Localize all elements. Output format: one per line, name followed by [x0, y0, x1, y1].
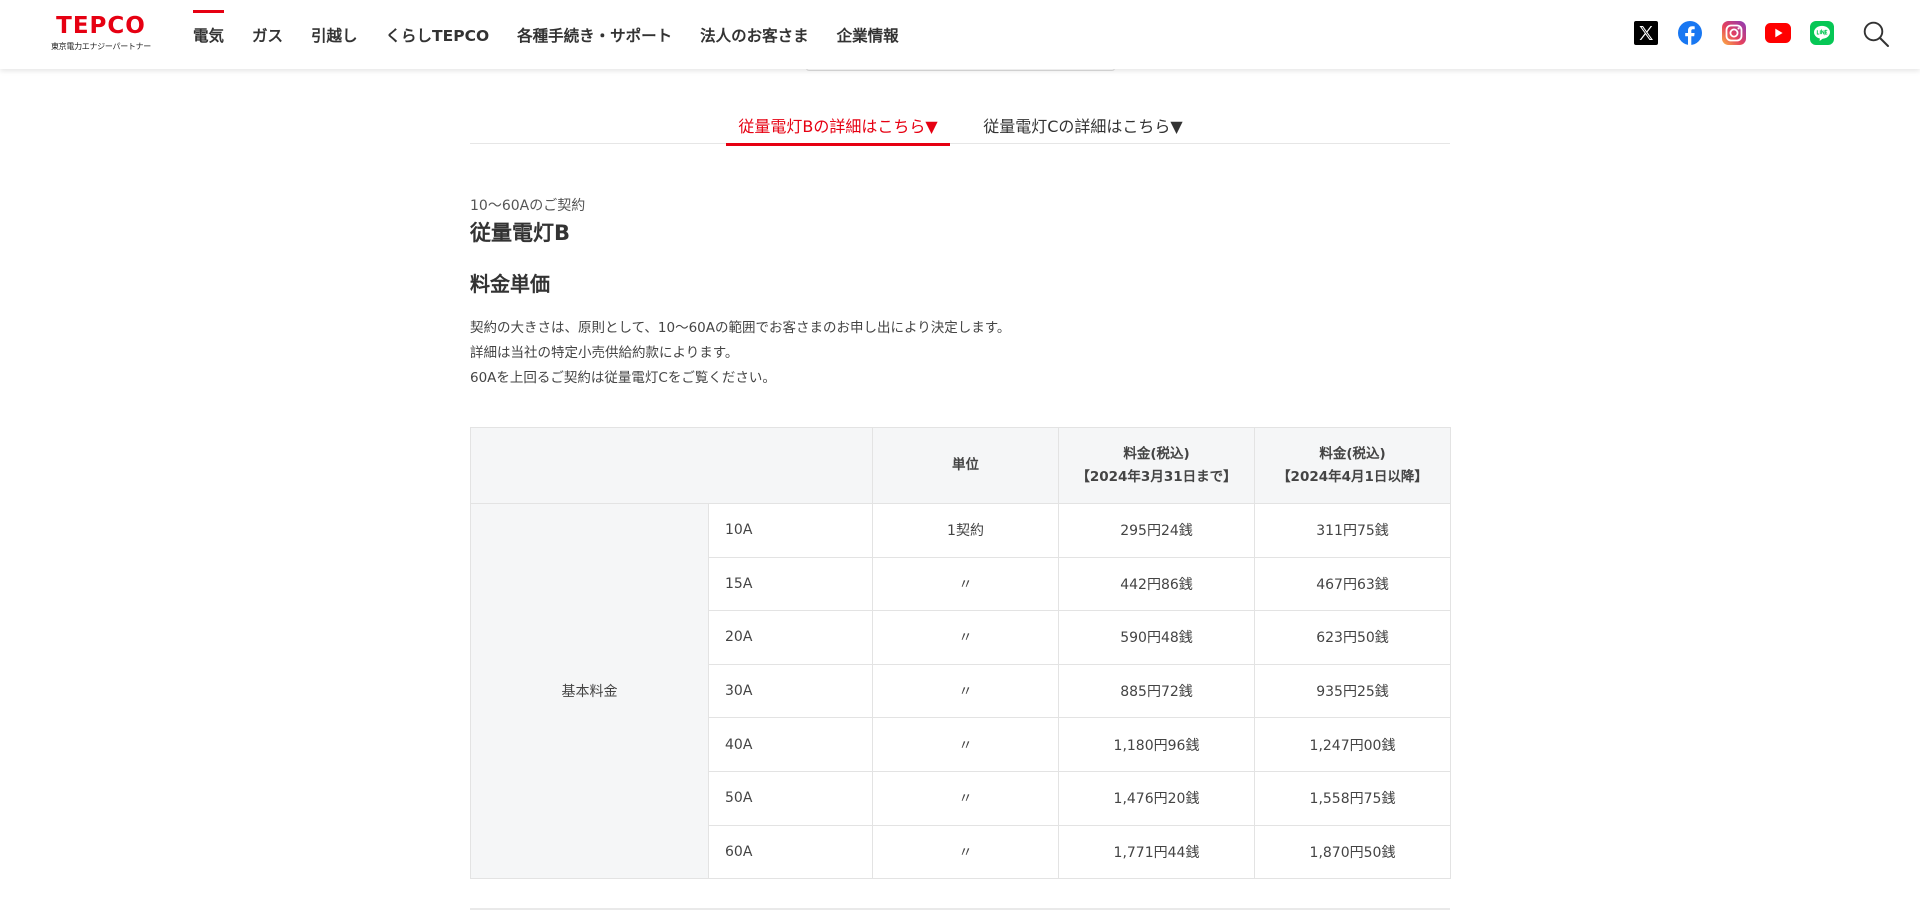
tepco-logo[interactable]: TEPCO 東京電力エナジーパートナー	[50, 13, 152, 53]
unit-cell: 〃	[872, 770, 1059, 826]
price-before-cell: 590円48銭	[1058, 610, 1255, 665]
contract-amperage: 50A	[708, 770, 873, 826]
unit-cell: 〃	[872, 610, 1059, 665]
section-divider	[470, 908, 1450, 910]
header-item	[470, 427, 873, 504]
header-price-before-label: 料金(税込)	[1123, 445, 1190, 462]
nav-item-kurashi-tepco[interactable]: くらしTEPCO	[386, 0, 490, 69]
rate-table: 単位 料金(税込) 【2024年3月31日まで】 料金(税込) 【2024年4月…	[470, 427, 1451, 880]
section-title: 料金単価	[470, 272, 550, 296]
price-before-cell: 1,476円20銭	[1058, 770, 1255, 826]
plan-description: 契約の大きさは、原則として、10～60Aの範囲でお客さまのお申し出により決定しま…	[470, 316, 1450, 391]
contract-amperage: 60A	[708, 824, 873, 880]
unit-cell: 〃	[872, 717, 1059, 772]
header-price-before-period: 【2024年3月31日まで】	[1076, 468, 1237, 485]
unit-cell: 〃	[872, 663, 1059, 719]
search-icon[interactable]	[1862, 20, 1890, 48]
unit-cell: 〃	[872, 556, 1059, 612]
basic-charge-label: 基本料金	[470, 502, 709, 880]
plan-tabs: 従量電灯Bの詳細はこちら▼ 従量電灯Cの詳細はこちら▼	[470, 106, 1450, 146]
nav-item-business[interactable]: 法人のお客さま	[700, 0, 809, 69]
contract-amperage: 10A	[708, 503, 873, 558]
header-unit: 単位	[872, 427, 1059, 504]
price-after-cell: 1,558円75銭	[1254, 770, 1451, 826]
contract-amperage: 20A	[708, 610, 873, 665]
unit-cell: 〃	[872, 824, 1059, 880]
unit-cell: 1契約	[872, 503, 1059, 558]
contract-amperage: 15A	[708, 556, 873, 612]
line-icon[interactable]	[1809, 20, 1835, 46]
header-price-before: 料金(税込) 【2024年3月31日まで】	[1058, 427, 1255, 504]
logo-wordmark: TEPCO	[56, 13, 146, 39]
price-after-cell: 1,247円00銭	[1254, 717, 1451, 772]
contract-amperage: 40A	[708, 717, 873, 772]
tab-plan-c-details[interactable]: 従量電灯Cの詳細はこちら▼	[970, 106, 1196, 144]
description-line: 60Aを上回るご契約は従量電灯Cをご覧ください。	[470, 370, 776, 386]
plan-content: 10～60Aのご契約 従量電灯B 料金単価 契約の大きさは、原則として、10～6…	[470, 196, 1450, 391]
price-before-cell: 1,771円44銭	[1058, 824, 1255, 880]
header-price-after: 料金(税込) 【2024年4月1日以降】	[1254, 427, 1451, 504]
nav-item-gas[interactable]: ガス	[252, 0, 283, 69]
price-before-cell: 442円86銭	[1058, 556, 1255, 612]
site-header: TEPCO 東京電力エナジーパートナー 電気 ガス 引越し くらしTEPCO 各…	[0, 0, 1920, 69]
tab-plan-b-details[interactable]: 従量電灯Bの詳細はこちら▼	[726, 106, 950, 146]
description-line: 契約の大きさは、原則として、10～60Aの範囲でお客さまのお申し出により決定しま…	[470, 320, 1011, 336]
nav-item-moving[interactable]: 引越し	[311, 0, 358, 69]
global-nav: 電気 ガス 引越し くらしTEPCO 各種手続き・サポート 法人のお客さま 企業…	[193, 0, 927, 69]
nav-item-corporate-info[interactable]: 企業情報	[837, 0, 899, 69]
price-before-cell: 1,180円96銭	[1058, 717, 1255, 772]
nav-item-electricity[interactable]: 電気	[193, 0, 225, 69]
price-before-cell: 295円24銭	[1058, 503, 1255, 558]
header-price-after-label: 料金(税込)	[1319, 445, 1386, 462]
plan-eyebrow: 10～60Aのご契約	[470, 198, 586, 214]
x-icon[interactable]	[1633, 20, 1659, 46]
plan-title: 従量電灯B	[470, 221, 571, 245]
table-row: 基本料金 10A 1契約 295円24銭 311円75銭	[470, 502, 1451, 880]
price-after-cell: 623円50銭	[1254, 610, 1451, 665]
instagram-icon[interactable]	[1721, 20, 1747, 46]
facebook-icon[interactable]	[1677, 20, 1703, 46]
youtube-icon[interactable]	[1765, 20, 1791, 46]
price-after-cell: 311円75銭	[1254, 503, 1451, 558]
table-header-row: 単位 料金(税込) 【2024年3月31日まで】 料金(税込) 【2024年4月…	[470, 427, 1451, 504]
contract-amperage: 30A	[708, 663, 873, 719]
social-links	[1633, 20, 1853, 46]
price-after-cell: 1,870円50銭	[1254, 824, 1451, 880]
nav-item-procedures-support[interactable]: 各種手続き・サポート	[517, 0, 672, 69]
logo-subtitle: 東京電力エナジーパートナー	[50, 42, 152, 51]
price-after-cell: 935円25銭	[1254, 663, 1451, 719]
header-price-after-period: 【2024年4月1日以降】	[1277, 468, 1428, 485]
price-before-cell: 885円72銭	[1058, 663, 1255, 719]
price-after-cell: 467円63銭	[1254, 556, 1451, 612]
description-line: 詳細は当社の特定小売供給約款によります。	[470, 345, 739, 361]
